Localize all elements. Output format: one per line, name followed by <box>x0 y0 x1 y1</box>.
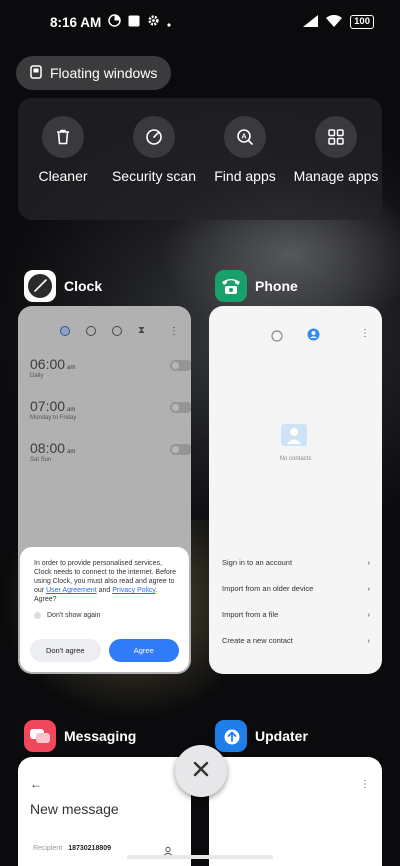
more-notifications-dot-icon <box>167 15 171 30</box>
quick-actions-panel: Cleaner Security scan A Find apps Manage… <box>18 98 382 220</box>
manage-apps-button[interactable]: Manage apps <box>293 116 379 185</box>
chevron-right-icon: › <box>367 584 371 593</box>
wifi-icon <box>326 14 343 30</box>
find-apps-button[interactable]: A Find apps <box>202 116 288 185</box>
consent-text-and: and <box>96 587 113 594</box>
clock-app-card[interactable]: ⧗ ⋮ 06:00 am Daily 07:00 am Monday to Frid… <box>18 306 191 674</box>
app-search-icon: A <box>224 116 266 158</box>
grid-icon <box>315 116 357 158</box>
find-apps-label: Find apps <box>214 168 276 184</box>
call-log-tab-icon <box>271 329 283 347</box>
status-time: 8:16 AM <box>50 14 102 30</box>
clock-app-name: Clock <box>64 278 103 294</box>
clock-app-header[interactable]: Clock <box>24 270 102 302</box>
dont-agree-button[interactable]: Don't agree <box>30 639 101 662</box>
row-label: Import from an older device <box>222 584 314 593</box>
contacts-tab-icon <box>307 328 320 346</box>
row-label: Sign in to an account <box>222 558 293 567</box>
phone-app-card[interactable]: ⋮ No contacts Sign in to an account › Imp… <box>209 306 382 674</box>
chevron-right-icon: › <box>367 636 371 645</box>
trash-icon <box>42 116 84 158</box>
consent-text: In order to provide personalised service… <box>34 559 179 604</box>
messaging-app-header[interactable]: Messaging <box>24 720 136 752</box>
battery-indicator: 100 <box>350 15 374 29</box>
pie-notification-icon <box>108 14 122 30</box>
security-scan-button[interactable]: Security scan <box>111 116 197 185</box>
messaging-app-name: Messaging <box>64 728 137 744</box>
updater-app-card[interactable]: ⋮ <box>209 757 382 866</box>
floating-window-icon <box>30 64 42 82</box>
privacy-policy-link[interactable]: Privacy Policy <box>112 587 155 594</box>
import-older-device-row[interactable]: Import from an older device › <box>222 584 370 593</box>
chevron-right-icon: › <box>367 558 371 567</box>
agree-button[interactable]: Agree <box>108 639 179 662</box>
updater-app-icon <box>215 720 247 752</box>
signal-icon <box>303 14 319 30</box>
svg-text:A: A <box>241 134 246 141</box>
dont-show-again-label: Don't show again <box>47 612 101 619</box>
clock-app-icon <box>24 270 56 302</box>
recipient-row: Recipient 18730218809 <box>33 845 111 852</box>
recipient-value: 18730218809 <box>68 845 112 852</box>
updater-app-header[interactable]: Updater <box>215 720 308 752</box>
checkbox-circle-icon <box>34 612 41 619</box>
phone-app-header[interactable]: Phone <box>215 270 298 302</box>
phone-more-icon: ⋮ <box>360 328 370 339</box>
row-label: Create a new contact <box>222 636 293 645</box>
recipient-label: Recipient <box>33 845 63 852</box>
cleaner-button[interactable]: Cleaner <box>20 116 106 185</box>
no-contacts-illustration-icon <box>281 424 307 446</box>
consent-dialog: In order to provide personalised service… <box>20 547 189 672</box>
no-contacts-text: No contacts <box>279 456 312 462</box>
floating-windows-button[interactable]: Floating windows <box>16 56 172 90</box>
phone-app-name: Phone <box>255 278 298 294</box>
dialog-buttons: Don't agree Agree <box>30 639 179 662</box>
create-contact-row[interactable]: Create a new contact › <box>222 636 370 645</box>
chevron-right-icon: › <box>367 610 371 619</box>
updater-app-name: Updater <box>255 728 308 744</box>
messaging-app-card[interactable]: ← New message Recipient 18730218809 <box>18 757 191 866</box>
floating-windows-label: Floating windows <box>50 65 158 81</box>
row-label: Import from a file <box>222 610 279 619</box>
sign-in-account-row[interactable]: Sign in to an account › <box>222 558 370 567</box>
close-icon <box>192 760 210 783</box>
updater-more-icon: ⋮ <box>360 779 370 790</box>
dont-show-again-checkbox[interactable]: Don't show again <box>34 612 179 619</box>
manage-apps-label: Manage apps <box>293 168 379 184</box>
import-file-row[interactable]: Import from a file › <box>222 610 370 619</box>
status-bar: 8:16 AM 100 <box>0 0 400 44</box>
settings-gear-icon <box>147 14 160 30</box>
messaging-app-icon <box>24 720 56 752</box>
security-scan-label: Security scan <box>111 168 197 184</box>
cleaner-label: Cleaner <box>38 168 88 184</box>
shield-scan-icon <box>133 116 175 158</box>
back-arrow-icon: ← <box>30 777 42 791</box>
gesture-home-bar[interactable] <box>127 855 273 859</box>
user-agreement-link[interactable]: User Agreement <box>46 587 97 594</box>
square-notification-icon <box>128 15 140 30</box>
phone-app-icon <box>215 270 247 302</box>
new-message-title: New message <box>30 801 119 817</box>
clear-all-apps-button[interactable] <box>175 745 227 797</box>
